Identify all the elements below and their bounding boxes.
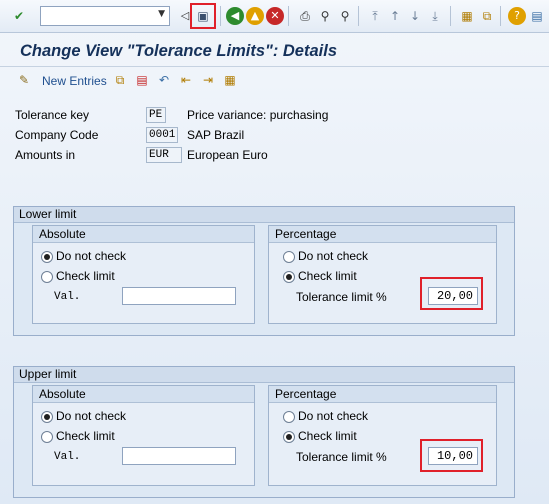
save-highlight-box (190, 3, 216, 29)
lower-absolute-do-not-check-label: Do not check (56, 249, 127, 263)
upper-tolerance-highlight-box (420, 439, 483, 472)
lower-tolerance-highlight-box (420, 277, 483, 310)
upper-percentage-do-not-check-label: Do not check (298, 409, 369, 423)
upper-absolute-do-not-check-label: Do not check (56, 409, 127, 423)
lower-limit-title: Lower limit (14, 207, 514, 223)
previous-page-icon[interactable]: ↑ (386, 7, 404, 25)
command-field[interactable]: ▼ (40, 6, 170, 26)
upper-percentage-do-not-check-radio[interactable] (283, 411, 295, 423)
company-code-description: SAP Brazil (187, 128, 245, 142)
find-icon[interactable]: ⚲ (316, 7, 334, 25)
company-code-label: Company Code (15, 128, 99, 142)
copy-as-icon[interactable]: ⧉ (112, 72, 128, 88)
upper-limit-group: Upper limit Absolute Do not check Check … (13, 366, 515, 498)
previous-entry-icon[interactable]: ⇤ (178, 72, 194, 88)
toolbar-separator (288, 6, 289, 26)
last-page-icon[interactable]: ⤓ (426, 7, 444, 25)
upper-absolute-val-input[interactable] (122, 447, 236, 465)
tolerance-key-field[interactable]: PE (146, 107, 166, 123)
application-toolbar: ✎ New Entries ⧉ ▤ ↶ ⇤ ⇥ ▦ (0, 70, 549, 92)
first-page-icon[interactable]: ⤒ (366, 7, 384, 25)
company-code-field[interactable]: 0001 (146, 127, 178, 143)
select-all-icon[interactable]: ▦ (222, 72, 238, 88)
upper-absolute-val-label: Val. (54, 451, 81, 463)
page-title: Change View "Tolerance Limits": Details (20, 42, 338, 60)
amounts-in-description: European Euro (187, 148, 268, 162)
lower-absolute-title: Absolute (33, 226, 254, 243)
upper-absolute-do-not-check-radio[interactable] (41, 411, 53, 423)
edit-pencil-icon[interactable]: ✎ (16, 72, 32, 88)
toolbar-separator (358, 6, 359, 26)
upper-percentage-check-limit-label: Check limit (298, 429, 357, 443)
toolbar-separator (220, 6, 221, 26)
print-icon[interactable]: ⎙ (296, 7, 314, 25)
upper-percentage-title: Percentage (269, 386, 496, 403)
upper-absolute-box: Absolute Do not check Check limit Val. (32, 385, 255, 486)
delete-icon[interactable]: ▤ (134, 72, 150, 88)
lower-percentage-do-not-check-label: Do not check (298, 249, 369, 263)
create-session-icon[interactable]: ▦ (458, 7, 476, 25)
upper-absolute-check-limit-radio[interactable] (41, 431, 53, 443)
next-page-icon[interactable]: ↓ (406, 7, 424, 25)
lower-percentage-check-limit-radio[interactable] (283, 271, 295, 283)
tolerance-key-label: Tolerance key (15, 108, 90, 122)
lower-percentage-check-limit-label: Check limit (298, 269, 357, 283)
back-icon[interactable]: ◀ (226, 7, 244, 25)
find-next-icon[interactable]: ⚲ (336, 7, 354, 25)
upper-tolerance-limit-label: Tolerance limit % (296, 450, 387, 464)
new-entries-button[interactable]: New Entries (42, 74, 107, 88)
upper-limit-title: Upper limit (14, 367, 514, 383)
undo-change-icon[interactable]: ↶ (156, 72, 172, 88)
next-entry-icon[interactable]: ⇥ (200, 72, 216, 88)
amounts-in-field[interactable]: EUR (146, 147, 182, 163)
upper-absolute-title: Absolute (33, 386, 254, 403)
upper-absolute-check-limit-label: Check limit (56, 429, 115, 443)
exit-icon[interactable]: ▲ (246, 7, 264, 25)
lower-absolute-check-limit-label: Check limit (56, 269, 115, 283)
lower-percentage-title: Percentage (269, 226, 496, 243)
title-divider (0, 66, 549, 67)
layout-menu-icon[interactable]: ▤ (528, 7, 546, 25)
cancel-icon[interactable]: ✕ (266, 7, 284, 25)
upper-percentage-check-limit-radio[interactable] (283, 431, 295, 443)
toolbar-separator (450, 6, 451, 26)
amounts-in-label: Amounts in (15, 148, 76, 162)
enter-icon[interactable]: ✔ (10, 7, 28, 25)
lower-limit-group: Lower limit Absolute Do not check Check … (13, 206, 515, 336)
shortcut-icon[interactable]: ⧉ (478, 7, 496, 25)
lower-absolute-val-input[interactable] (122, 287, 236, 305)
lower-absolute-box: Absolute Do not check Check limit Val. (32, 225, 255, 324)
lower-absolute-val-label: Val. (54, 291, 81, 303)
help-icon[interactable]: ? (508, 7, 526, 25)
lower-absolute-do-not-check-radio[interactable] (41, 251, 53, 263)
lower-absolute-check-limit-radio[interactable] (41, 271, 53, 283)
tolerance-key-description: Price variance: purchasing (187, 108, 329, 122)
lower-percentage-do-not-check-radio[interactable] (283, 251, 295, 263)
toolbar-separator (500, 6, 501, 26)
lower-tolerance-limit-label: Tolerance limit % (296, 290, 387, 304)
system-toolbar: ✔ ▼ ◁ ▣ ◀ ▲ ✕ ⎙ ⚲ ⚲ ⤒ ↑ ↓ ⤓ ▦ ⧉ ? ▤ (0, 0, 549, 33)
chevron-down-icon[interactable]: ▼ (158, 9, 165, 19)
